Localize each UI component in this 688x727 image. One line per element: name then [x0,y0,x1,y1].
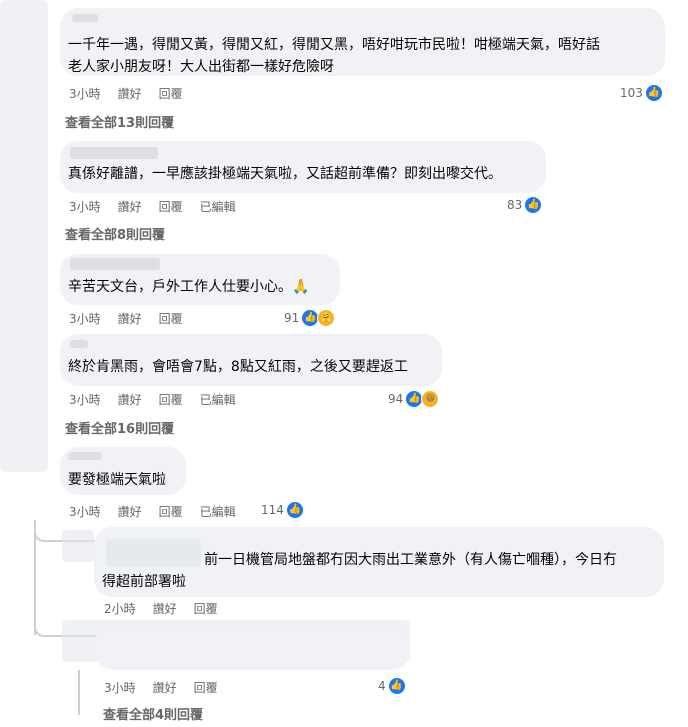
reaction-count: 4 [378,679,386,693]
commenter-name[interactable] [70,147,158,159]
edited-label[interactable]: 已編輯 [200,391,236,408]
thread-line [78,670,80,715]
reply-text: 前一日機管局地盤都冇因大雨出工業意外（有人傷亡嗰種），今日冇 得超前部署啦 [102,552,617,590]
comment-text: 辛苦天文台，戶外工作人仕要小心。🙏 [68,279,310,295]
comment-actions: 3小時 讚好 回覆 已編輯 [69,503,236,520]
comment-bubble: 終於肯黑雨，會唔會7點，8點又紅雨，之後又要趕返工 [60,334,442,386]
reaction-count: 83 [507,198,523,212]
reply-actions: 3小時 讚好 回覆 [104,679,218,696]
like-button[interactable]: 讚好 [118,310,142,327]
comment-text: 真係好離譜，一早應該掛極端天氣啦，又話超前準備？即刻出嚟交代。 [68,166,502,182]
thumbs-up-icon: 👍 [388,678,405,694]
comment-text: 一千年一遇，得閒又黃，得閒又紅，得閒又黑，唔好咁玩市民啦！咁極端天氣，唔好話 老… [68,37,600,75]
timestamp[interactable]: 3小時 [69,391,101,408]
reaction-summary[interactable]: 91 👍 🤗 [284,309,336,327]
commenter-name[interactable] [70,258,160,270]
like-button[interactable]: 讚好 [153,679,177,696]
timestamp[interactable]: 3小時 [104,679,136,696]
comment-bubble: 要發極端天氣啦 [60,447,186,495]
reaction-count: 94 [388,392,404,406]
timestamp[interactable]: 3小時 [69,310,101,327]
edited-label[interactable]: 已編輯 [200,503,236,520]
reply-button[interactable]: 回覆 [159,310,183,327]
reaction-summary[interactable]: 4 👍 [378,678,405,694]
like-button[interactable]: 讚好 [118,391,142,408]
edited-label[interactable]: 已編輯 [200,198,236,215]
timestamp[interactable]: 3小時 [69,503,101,520]
reply-button[interactable]: 回覆 [194,600,218,617]
timestamp[interactable]: 3小時 [69,85,101,102]
reply-bubble: 前一日機管局地盤都冇因大雨出工業意外（有人傷亡嗰種），今日冇 得超前部署啦 [94,527,664,597]
comment-actions: 3小時 讚好 回覆 [69,85,183,102]
thumbs-up-icon: 👍 [302,310,319,326]
timestamp[interactable]: 3小時 [69,198,101,215]
comment-actions: 3小時 讚好 回覆 [69,310,183,327]
avatar[interactable] [62,530,94,562]
reaction-summary[interactable]: 83 👍 [507,197,542,213]
commenter-name[interactable] [72,14,98,22]
thumbs-up-icon: 👍 [406,391,423,407]
reply-button[interactable]: 回覆 [159,85,183,102]
reply-button[interactable]: 回覆 [194,679,218,696]
reaction-summary[interactable]: 114 👍 [261,502,303,518]
view-replies-link[interactable]: 查看全部4則回覆 [103,704,203,723]
thumbs-up-icon: 👍 [525,197,542,213]
like-button[interactable]: 讚好 [118,85,142,102]
reaction-count: 103 [620,86,643,100]
thumbs-up-icon: 👍 [286,502,303,518]
like-button[interactable]: 讚好 [118,503,142,520]
comment-bubble: 一千年一遇，得閒又黃，得閒又紅，得閒又黑，唔好咁玩市民啦！咁極端天氣，唔好話 老… [60,8,665,76]
reaction-summary[interactable]: 94 👍 😆 [388,390,440,408]
comment-actions: 3小時 讚好 回覆 已編輯 [69,198,236,215]
comment-text: 終於肯黑雨，會唔會7點，8點又紅雨，之後又要趕返工 [68,359,408,375]
thumbs-up-icon: 👍 [645,85,662,101]
reaction-summary[interactable]: 103 👍 [620,85,662,101]
timestamp[interactable]: 2小時 [104,600,136,617]
reply-actions: 2小時 讚好 回覆 [104,600,218,617]
commenter-name[interactable] [70,340,88,348]
view-replies-link[interactable]: 查看全部13則回覆 [65,112,174,131]
comment-bubble: 辛苦天文台，戶外工作人仕要小心。🙏 [60,254,340,305]
reaction-count: 91 [284,311,300,325]
care-face-icon: 🤗 [317,309,336,327]
comment-bubble: 真係好離譜，一早應該掛極端天氣啦，又話超前準備？即刻出嚟交代。 [60,141,546,193]
reply-button[interactable]: 回覆 [159,198,183,215]
reply-button[interactable]: 回覆 [159,391,183,408]
commenter-name[interactable] [68,452,102,460]
reply-bubble [94,630,410,670]
like-button[interactable]: 讚好 [118,198,142,215]
like-button[interactable]: 讚好 [153,600,177,617]
blurred-avatar-column [0,0,48,472]
view-replies-link[interactable]: 查看全部8則回覆 [65,224,165,243]
reaction-count: 114 [261,503,284,517]
comment-actions: 3小時 讚好 回覆 已編輯 [69,391,236,408]
view-replies-link[interactable]: 查看全部16則回覆 [65,418,174,437]
reply-button[interactable]: 回覆 [159,503,183,520]
comment-text: 要發極端天氣啦 [68,472,166,488]
laughing-face-icon: 😆 [421,390,440,408]
